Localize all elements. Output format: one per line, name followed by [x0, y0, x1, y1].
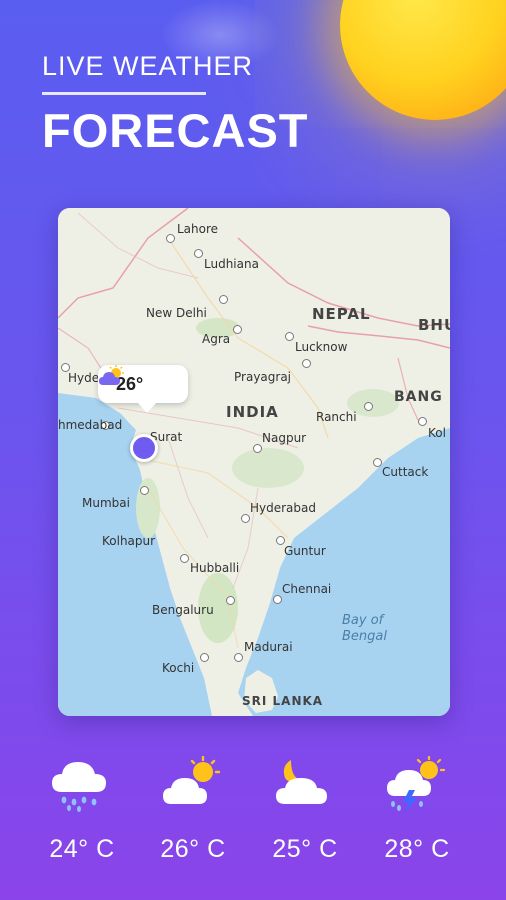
city-label-lucknow: Lucknow [295, 340, 348, 354]
city-label-nagpur: Nagpur [262, 431, 307, 445]
city-dot [302, 359, 311, 368]
city-dot [166, 234, 175, 243]
location-weather-bubble[interactable]: 26° [98, 365, 188, 413]
header-title: FORECAST [42, 104, 309, 157]
city-label-kolkata: Kol [428, 426, 446, 440]
map-card[interactable]: NEPAL INDIA SRI LANKA BHU BANG Lahore Lu… [58, 208, 450, 716]
forecast-item[interactable]: 28° C [362, 755, 472, 864]
location-pin[interactable] [130, 434, 158, 462]
cloud-moon-icon [276, 760, 327, 804]
city-label-kolhapur: Kolhapur [102, 534, 156, 548]
forecast-temperature: 24° C [49, 835, 115, 863]
city-label-hyd-west: Hyde [68, 371, 100, 385]
city-label-hubballi: Hubballi [190, 561, 240, 575]
city-label-new-delhi: New Delhi [146, 306, 207, 320]
city-dot [233, 325, 242, 334]
cloud-sun-icon [99, 365, 124, 385]
city-dot [180, 554, 189, 563]
city-dot [241, 514, 250, 523]
city-label-ludhiana: Ludhiana [204, 257, 259, 271]
city-dot [253, 444, 262, 453]
storm-cloud-icon [387, 755, 446, 812]
city-label-chennai: Chennai [282, 582, 332, 596]
country-label-bhutan: BHU [418, 316, 450, 334]
city-dot [273, 595, 282, 604]
city-label-prayagraj: Prayagraj [234, 370, 292, 384]
city-label-lahore: Lahore [177, 222, 219, 236]
forecast-item[interactable]: 26° C [138, 755, 248, 864]
city-label-bengaluru: Bengaluru [152, 603, 214, 617]
country-label-bangladesh: BANG [394, 389, 443, 405]
city-label-guntur: Guntur [284, 544, 326, 558]
city-dot [140, 486, 149, 495]
country-label-nepal: NEPAL [312, 305, 371, 323]
city-dot [373, 458, 382, 467]
city-dot [219, 295, 228, 304]
city-dot [364, 402, 373, 411]
rain-cloud-icon [52, 762, 106, 812]
city-dot [234, 653, 243, 662]
city-label-hyderabad: Hyderabad [250, 501, 316, 515]
city-dot [418, 417, 427, 426]
sea-label-bay-of-bengal: Bay of Bengal [342, 613, 387, 644]
header-subtitle: LIVE WEATHER [42, 51, 254, 81]
forecast-temperature: 25° C [272, 835, 338, 863]
header-divider [42, 92, 206, 95]
city-label-mumbai: Mumbai [82, 496, 130, 510]
city-dot [285, 332, 294, 341]
city-label-kochi: Kochi [162, 661, 195, 675]
city-label-madurai: Madurai [244, 640, 293, 654]
city-label-ahmedabad: hmedabad [58, 418, 123, 432]
city-label-ranchi: Ranchi [316, 410, 357, 424]
forecast-temperature: 28° C [384, 835, 450, 863]
cloud-sun-icon [163, 755, 221, 804]
city-label-agra: Agra [202, 332, 231, 346]
forecast-item[interactable]: 24° C [27, 756, 137, 864]
forecast-item[interactable]: 25° C [250, 756, 360, 864]
sun-graphic [340, 0, 506, 120]
country-label-india: INDIA [226, 403, 279, 421]
forecast-temperature: 26° C [160, 835, 226, 863]
city-dot [200, 653, 209, 662]
city-label-cuttack: Cuttack [382, 465, 429, 479]
header: LIVE WEATHER FORECAST [42, 50, 342, 157]
city-dot [194, 249, 203, 258]
city-dot [226, 596, 235, 605]
country-label-sri-lanka: SRI LANKA [242, 694, 324, 708]
forecast-strip: 24° C 26° C 25° C 28° C [0, 755, 506, 876]
